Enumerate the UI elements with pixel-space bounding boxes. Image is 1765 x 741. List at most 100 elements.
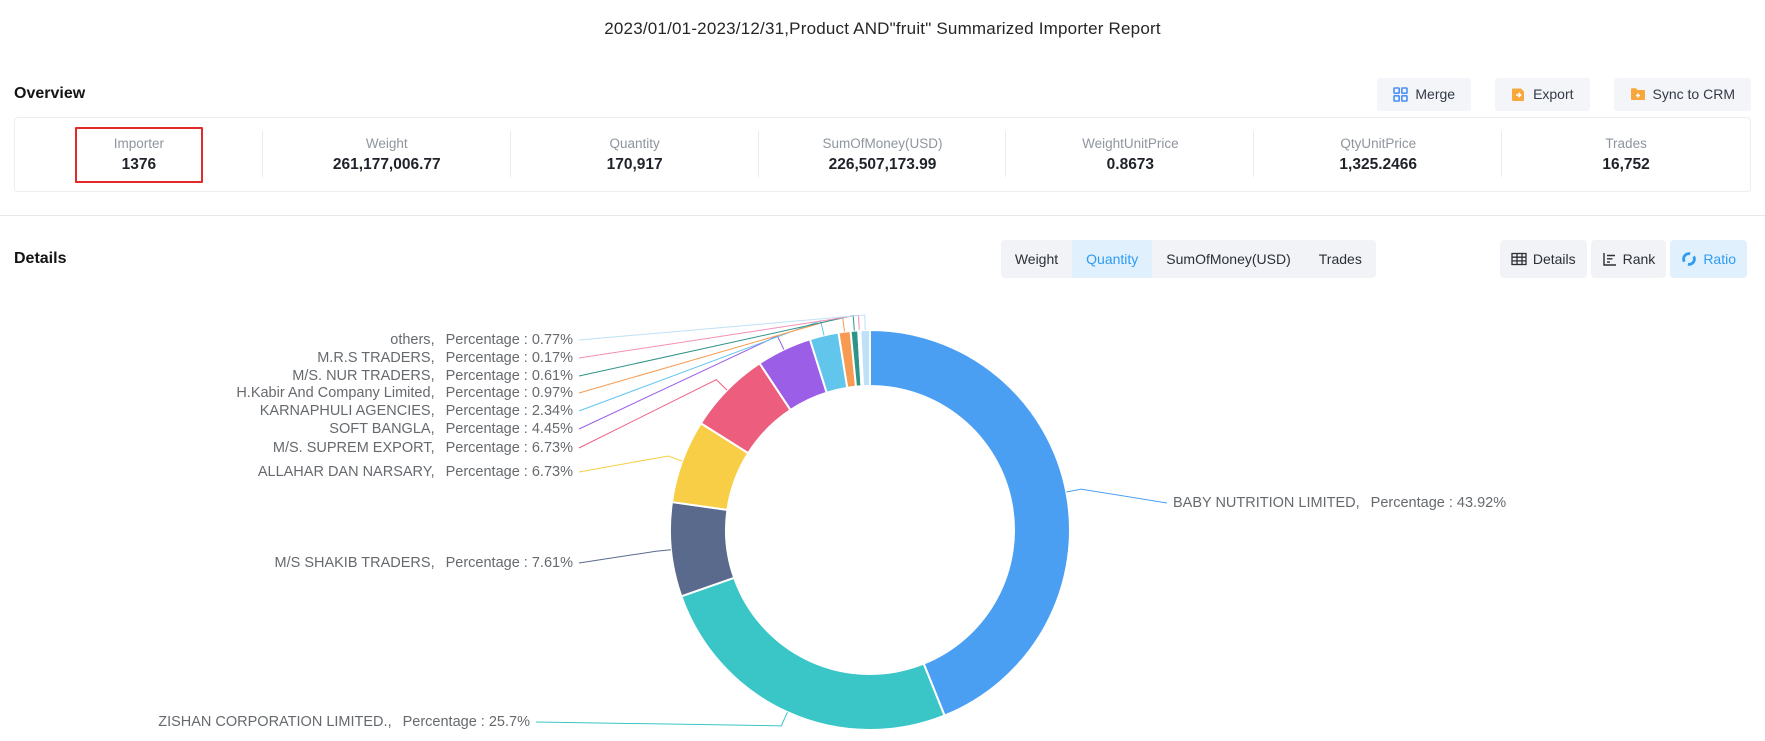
page-title: 2023/01/01-2023/12/31,Product AND"fruit"…: [0, 19, 1765, 39]
stat-qtyunitprice: QtyUnitPrice1,325.2466: [1254, 118, 1502, 191]
tab-trades[interactable]: Trades: [1305, 240, 1376, 278]
stat-value: 226,507,173.99: [821, 153, 945, 176]
pie-label-percentage-value: 43.92: [1457, 495, 1493, 511]
pie-label-percentage-prefix: Percentage: [446, 350, 520, 366]
pie-slice-m-s-shakib-traders[interactable]: [670, 502, 734, 596]
view-tab-details[interactable]: Details: [1500, 240, 1587, 278]
stat-sumofmoney-usd: SumOfMoney(USD)226,507,173.99: [759, 118, 1007, 191]
pie-label-percentage-value: 2.34: [532, 403, 560, 419]
pie-label-percentage-prefix: Percentage: [446, 368, 520, 384]
pie-label-percentage-value: 4.45: [532, 421, 560, 437]
stat-label: Importer: [77, 134, 201, 153]
pie-label-others: others,Percentage : 0.77%: [390, 330, 573, 350]
sync-to-crm-icon: [1630, 87, 1646, 101]
pie-label-percentage-prefix: Percentage: [446, 332, 520, 348]
pie-label-percentage-value: 0.97: [532, 385, 560, 401]
pie-label-name: BABY NUTRITION LIMITED: [1173, 495, 1356, 511]
stat-importer: Importer1376: [15, 118, 263, 191]
action-button-label: Export: [1533, 86, 1573, 102]
label-leader-line: [536, 712, 787, 726]
pie-label-m-s-suprem-export: M/S. SUPREM EXPORT,Percentage : 6.73%: [273, 438, 573, 458]
pie-label-percentage-value: 0.77: [532, 332, 560, 348]
stat-value: 1,325.2466: [1316, 153, 1440, 176]
pie-label-percentage-prefix: Percentage: [446, 403, 520, 419]
merge-button[interactable]: Merge: [1377, 78, 1471, 111]
label-leader-line: [579, 550, 671, 563]
stat-value: 170,917: [573, 153, 697, 176]
stat-quantity: Quantity170,917: [511, 118, 759, 191]
stat-box: Quantity170,917: [571, 127, 699, 183]
pie-label-soft-bangla: SOFT BANGLA,Percentage : 4.45%: [329, 419, 573, 439]
summarized-importer-report-page: 2023/01/01-2023/12/31,Product AND"fruit"…: [0, 0, 1765, 741]
label-leader-line: [1066, 489, 1167, 503]
stat-box: Weight261,177,006.77: [323, 127, 451, 183]
pie-label-percentage-prefix: Percentage: [446, 421, 520, 437]
view-tab-ratio[interactable]: Ratio: [1670, 240, 1747, 278]
view-tab-label: Details: [1533, 251, 1576, 267]
pie-label-percentage-prefix: Percentage: [446, 440, 520, 456]
pie-label-percentage-value: 0.61: [532, 368, 560, 384]
pie-label-name: SOFT BANGLA: [329, 421, 430, 437]
pie-label-name: M/S. SUPREM EXPORT: [273, 440, 431, 456]
details-icon: [1511, 252, 1527, 266]
pie-label-h-kabir-and-company-limited: H.Kabir And Company Limited,Percentage :…: [236, 383, 573, 403]
pie-label-name: others: [390, 332, 430, 348]
pie-label-percentage-prefix: Percentage: [446, 385, 520, 401]
view-tab-label: Rank: [1623, 251, 1656, 267]
pie-label-percentage-prefix: Percentage: [446, 555, 520, 571]
overview-stats-card: Importer1376 Weight261,177,006.77 Quantity…: [14, 117, 1751, 192]
metric-tab-group: WeightQuantitySumOfMoney(USD)Trades: [1001, 240, 1376, 278]
pie-label-name: M/S SHAKIB TRADERS: [275, 555, 431, 571]
pie-label-percentage-value: 7.61: [532, 555, 560, 571]
pie-label-zishan-corporation-limited: ZISHAN CORPORATION LIMITED.,Percentage :…: [158, 712, 530, 732]
merge-icon: [1393, 87, 1408, 102]
stat-value: 1376: [77, 153, 201, 176]
pie-label-m-r-s-traders: M.R.S TRADERS,Percentage : 0.17%: [317, 348, 573, 368]
pie-label-percentage-prefix: Percentage: [1371, 495, 1445, 511]
pie-label-percentage-value: 25.7: [489, 714, 517, 730]
pie-slice-others[interactable]: [860, 330, 870, 386]
stat-weight: Weight261,177,006.77: [263, 118, 511, 191]
pie-label-percentage-prefix: Percentage: [446, 464, 520, 480]
pie-label-name: M/S. NUR TRADERS: [292, 368, 430, 384]
pie-label-baby-nutrition-limited: BABY NUTRITION LIMITED,Percentage : 43.9…: [1173, 493, 1506, 513]
stat-box: SumOfMoney(USD)226,507,173.99: [819, 127, 947, 183]
pie-label-name: ZISHAN CORPORATION LIMITED.: [158, 714, 387, 730]
pie-label-name: ALLAHAR DAN NARSARY: [258, 464, 431, 480]
action-button-label: Merge: [1415, 86, 1455, 102]
stat-box: QtyUnitPrice1,325.2466: [1314, 127, 1442, 183]
stat-label: SumOfMoney(USD): [821, 134, 945, 153]
stat-label: WeightUnitPrice: [1068, 134, 1192, 153]
pie-label-name: KARNAPHULI AGENCIES: [260, 403, 431, 419]
pie-slice-baby-nutrition-limited[interactable]: [870, 330, 1070, 716]
export-button[interactable]: Export: [1495, 78, 1589, 111]
tab-sumofmoney-usd[interactable]: SumOfMoney(USD): [1152, 240, 1304, 278]
view-tab-group: Details Rank Ratio: [1500, 240, 1747, 278]
pie-label-percentage-value: 0.17: [532, 350, 560, 366]
stat-label: Trades: [1564, 134, 1688, 153]
label-leader-line: [579, 456, 682, 472]
overview-heading: Overview: [14, 85, 85, 103]
tab-weight[interactable]: Weight: [1001, 240, 1072, 278]
overview-actions: Merge Export Sync to CRM: [1377, 78, 1751, 111]
rank-icon: [1602, 252, 1617, 266]
sync-to-crm-button[interactable]: Sync to CRM: [1614, 78, 1751, 111]
pie-label-m-s-nur-traders: M/S. NUR TRADERS,Percentage : 0.61%: [292, 366, 573, 386]
pie-label-percentage-prefix: Percentage: [403, 714, 477, 730]
ratio-icon: [1681, 251, 1697, 267]
export-icon: [1511, 87, 1526, 102]
pie-label-name: M.R.S TRADERS: [317, 350, 430, 366]
stat-box: WeightUnitPrice0.8673: [1066, 127, 1194, 183]
stat-label: Quantity: [573, 134, 697, 153]
pie-label-name: H.Kabir And Company Limited: [236, 385, 430, 401]
stat-label: QtyUnitPrice: [1316, 134, 1440, 153]
importer-stat-highlight-box: Importer1376: [75, 127, 203, 183]
stat-value: 16,752: [1564, 153, 1688, 176]
stat-box: Trades16,752: [1562, 127, 1690, 183]
pie-label-allahar-dan-narsary: ALLAHAR DAN NARSARY,Percentage : 6.73%: [258, 462, 573, 482]
pie-slice-zishan-corporation-limited[interactable]: [681, 578, 944, 730]
pie-label-percentage-value: 6.73: [532, 464, 560, 480]
view-tab-rank[interactable]: Rank: [1591, 240, 1667, 278]
tab-quantity[interactable]: Quantity: [1072, 240, 1152, 278]
action-button-label: Sync to CRM: [1653, 86, 1735, 102]
